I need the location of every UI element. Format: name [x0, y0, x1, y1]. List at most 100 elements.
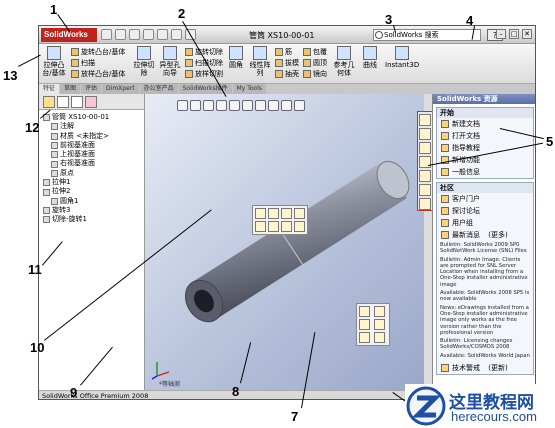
callout-9: 9: [70, 385, 78, 400]
lofted-cut-button[interactable]: 放样切割: [185, 69, 223, 79]
callout-1: 1: [50, 2, 58, 17]
select-arrow-icon[interactable]: [359, 306, 370, 317]
close-button[interactable]: ✕: [522, 29, 532, 39]
rollback-icon[interactable]: [294, 208, 305, 219]
shell-button[interactable]: 抽壳: [275, 69, 299, 79]
news-item[interactable]: News: eDrawings installed from a One-Ste…: [440, 305, 530, 336]
open-file-icon[interactable]: [115, 29, 126, 40]
transparency-icon[interactable]: [294, 221, 305, 232]
undo-icon[interactable]: [157, 29, 168, 40]
feature-tree-tab-icon[interactable]: [43, 96, 55, 108]
tree-item-annotations[interactable]: 注解: [43, 122, 140, 131]
curves-button[interactable]: 曲线: [357, 46, 383, 69]
tech-alerts-link[interactable]: 技术警戒 (更新): [437, 362, 533, 374]
appearance-icon[interactable]: [281, 221, 292, 232]
tree-item-revolve3[interactable]: 旋转3: [43, 206, 140, 215]
forum-link[interactable]: 探讨论坛: [437, 205, 533, 217]
tree-item-cut-revolve1[interactable]: 切除-旋转1: [43, 215, 140, 224]
tree-item-extrude1[interactable]: 拉伸1: [43, 178, 140, 187]
search-tab-icon[interactable]: [419, 156, 431, 168]
view-palette-tab-icon[interactable]: [419, 170, 431, 182]
mirror-button[interactable]: 镜向: [303, 69, 327, 79]
new-file-icon[interactable]: [101, 29, 112, 40]
sketch-icon[interactable]: [374, 306, 385, 317]
smart-dimension-icon[interactable]: [359, 319, 370, 330]
hole-wizard-button[interactable]: 异型孔向导: [157, 46, 183, 77]
window-controls: – □ ✕: [496, 29, 532, 39]
dome-button[interactable]: 圆顶: [303, 58, 327, 68]
tab-my-tools[interactable]: My Tools: [232, 84, 266, 94]
edit-sketch-icon[interactable]: [268, 208, 279, 219]
edit-feature-icon[interactable]: [255, 208, 266, 219]
user-group-link[interactable]: 用户组: [437, 217, 533, 229]
instant3d-button[interactable]: Instant3D: [385, 46, 419, 69]
open-document-icon: [441, 132, 449, 140]
fillet-button[interactable]: 圆角: [223, 46, 249, 69]
start-header: 开始: [437, 108, 533, 118]
tree-item-right-plane[interactable]: 右视基准面: [43, 159, 140, 168]
tree-item-part[interactable]: 管筒 XS10-00-01: [43, 113, 140, 122]
news-item[interactable]: Bulletin: Licensing changes SolidWorks/C…: [440, 338, 530, 351]
tab-evaluate[interactable]: 评估: [81, 84, 102, 94]
tree-item-label: 右视基准面: [60, 159, 95, 168]
normal-to-icon[interactable]: [268, 221, 279, 232]
tab-office-products[interactable]: 办公室产品: [139, 84, 178, 94]
tree-item-label: 旋转3: [52, 205, 71, 214]
tree-item-origin[interactable]: 原点: [43, 169, 140, 178]
draft-button[interactable]: 拔模: [275, 58, 299, 68]
tab-features[interactable]: 特征: [39, 84, 60, 94]
new-document-link[interactable]: 新建文档: [437, 118, 533, 130]
print-icon[interactable]: [143, 29, 154, 40]
latest-news-link[interactable]: 最新消息 (更多): [437, 229, 533, 241]
tree-item-material[interactable]: 材质 <未指定>: [43, 132, 140, 141]
maximize-button[interactable]: □: [509, 29, 519, 39]
tree-item-front-plane[interactable]: 前视基准面: [43, 141, 140, 150]
configuration-manager-tab-icon[interactable]: [71, 96, 83, 108]
search-input[interactable]: SolidWorks 搜索: [373, 29, 481, 41]
tab-dimxpert[interactable]: DimXpert: [102, 84, 139, 94]
tree-item-extrude2[interactable]: 拉伸2: [43, 187, 140, 196]
customer-portal-link[interactable]: 客户门户: [437, 193, 533, 205]
extrude-boss-button[interactable]: 拉伸凸台/基体: [41, 46, 67, 77]
rotate-view-icon[interactable]: [374, 319, 385, 330]
extrude-cut-button[interactable]: 拉伸切除: [131, 46, 157, 77]
suppress-icon[interactable]: [281, 208, 292, 219]
revolve-cut-button[interactable]: 旋转切除: [185, 47, 223, 57]
tab-sketch[interactable]: 草图: [60, 84, 81, 94]
file-explorer-tab-icon[interactable]: [419, 142, 431, 154]
save-icon[interactable]: [129, 29, 140, 40]
tree-item-label: 拉伸2: [52, 187, 71, 196]
reference-geometry-button[interactable]: 参考几何体: [331, 46, 357, 77]
appearances-tab-icon[interactable]: [419, 184, 431, 196]
solidworks-window: SolidWorks 管筒 XS10-00-01 SolidWorks 搜索 ?…: [38, 25, 536, 400]
news-more-link[interactable]: (更多): [488, 230, 507, 240]
measure-icon[interactable]: [359, 332, 370, 343]
custom-properties-tab-icon[interactable]: [419, 198, 431, 210]
news-item[interactable]: Bulletin: Admin Image: Clients are promp…: [440, 257, 530, 288]
watermark-url: herecours.com: [451, 409, 537, 424]
news-item[interactable]: Available: SolidWorks 2008 SP5 is now av…: [440, 290, 530, 303]
alerts-more-link[interactable]: (更新): [488, 363, 507, 373]
minimize-button[interactable]: –: [496, 29, 506, 39]
loft-boss-button[interactable]: 放样凸台/基体: [71, 69, 125, 79]
rib-button[interactable]: 筋: [275, 47, 299, 57]
news-item[interactable]: Available: SolidWorks World Japan: [440, 353, 530, 359]
general-info-link[interactable]: 一般信息: [437, 166, 533, 178]
dome-label: 圆顶: [313, 59, 327, 67]
dimxpert-manager-tab-icon[interactable]: [85, 96, 97, 108]
design-library-tab-icon[interactable]: [419, 128, 431, 140]
zoom-selection-icon[interactable]: [255, 221, 266, 232]
revolve-boss-button[interactable]: 旋转凸台/基体: [71, 47, 125, 57]
resources-tab-icon[interactable]: [419, 114, 431, 126]
graphics-area[interactable]: *等轴测: [145, 94, 424, 390]
news-item[interactable]: Bulletin: SolidWorks 2009 SP0 SolidNetWo…: [440, 242, 530, 255]
property-manager-tab-icon[interactable]: [57, 96, 69, 108]
wrap-button[interactable]: 包覆: [303, 47, 327, 57]
tree-item-label: 材质 <未指定>: [60, 131, 109, 140]
linear-pattern-button[interactable]: 线性阵列: [247, 46, 273, 77]
feature-manager-tabs: [39, 94, 144, 110]
tree-item-fillet1[interactable]: 圆角1: [43, 197, 140, 206]
sweep-button[interactable]: 扫描: [71, 58, 125, 68]
rebuild-icon[interactable]: [171, 29, 182, 40]
mate-icon[interactable]: [374, 332, 385, 343]
